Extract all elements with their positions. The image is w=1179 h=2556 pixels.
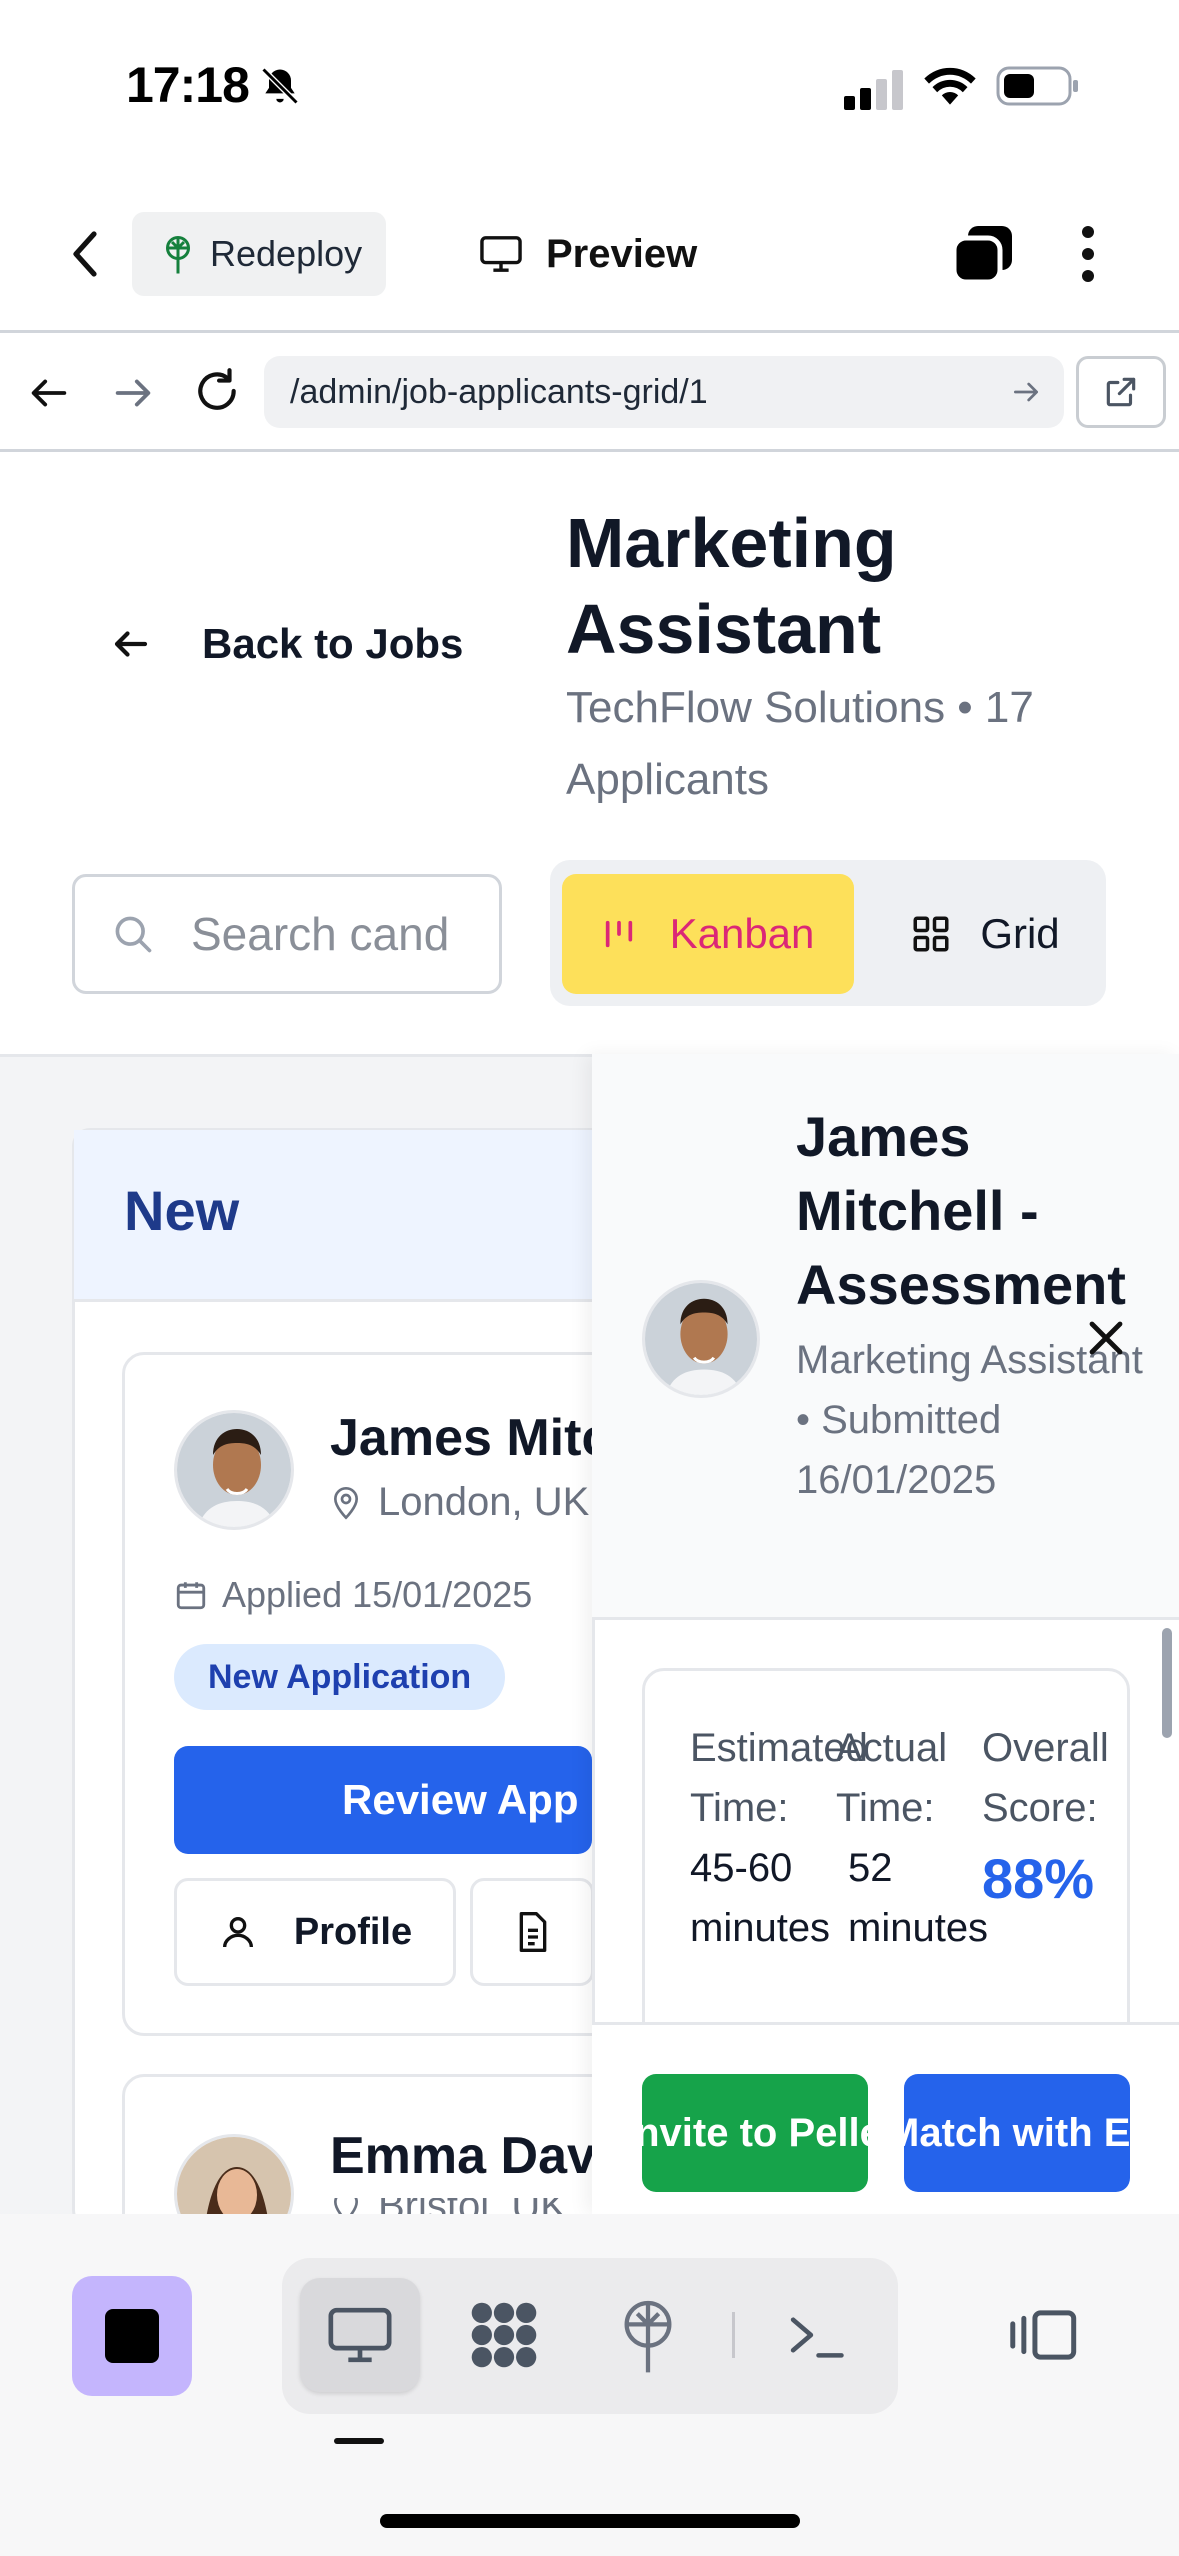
stop-button[interactable] — [72, 2276, 192, 2396]
map-pin-icon — [330, 2198, 362, 2214]
documents-button[interactable] — [470, 1878, 594, 1986]
user-icon — [218, 1912, 258, 1952]
page-title: Marketing Assistant — [566, 504, 897, 668]
avatar — [642, 1280, 760, 1398]
kanban-icon — [602, 917, 636, 951]
panel-scrollbar[interactable] — [1162, 1628, 1172, 1738]
invite-label: Invite to Pellem — [642, 2110, 868, 2155]
tabs-switcher-icon[interactable] — [950, 222, 1016, 286]
browser-back-icon[interactable] — [26, 370, 72, 416]
browser-forward-icon[interactable] — [110, 370, 156, 416]
grid-icon — [910, 913, 952, 955]
battery-icon — [996, 64, 1080, 108]
terminal-icon[interactable] — [776, 2295, 856, 2375]
overall-score-value: 88% — [982, 1847, 1095, 1910]
signal-icon — [844, 70, 906, 110]
candidate-name: James Mitc — [330, 1409, 592, 1467]
overall-score-label: Overall Score: — [982, 1726, 1109, 1830]
applied-date: Applied 15/01/2025 — [174, 1574, 532, 1616]
external-link-icon — [1102, 373, 1140, 411]
deploy-tree-icon — [160, 234, 196, 274]
status-time: 17:18 — [126, 57, 250, 113]
close-icon[interactable] — [1082, 1314, 1130, 1362]
candidate-location: Bristol, UK — [330, 2198, 592, 2214]
back-to-jobs-label: Back to Jobs — [202, 620, 464, 667]
review-application-button[interactable]: Review App — [174, 1746, 592, 1854]
match-label: Match with Emp — [904, 2110, 1130, 2155]
arrow-left-icon — [110, 623, 152, 665]
reload-icon[interactable] — [192, 366, 242, 416]
profile-button[interactable]: Profile — [174, 1878, 456, 1986]
preview-button[interactable]: Preview — [478, 212, 697, 296]
estimated-time-label: Estimated Time: — [690, 1726, 868, 1830]
calendar-icon — [174, 1578, 208, 1612]
candidate-location: London, UK — [330, 1480, 592, 1525]
url-input[interactable]: /admin/job-applicants-grid/1 — [264, 356, 1064, 428]
location-text: London, UK — [378, 1480, 590, 1524]
panel-toggle-icon[interactable] — [1006, 2295, 1086, 2375]
deploy-icon[interactable] — [608, 2295, 688, 2375]
estimated-time-value: 45-60 minutes — [690, 1846, 831, 1950]
redeploy-button[interactable]: Redeploy — [132, 212, 386, 296]
document-icon — [513, 1910, 553, 1954]
workflow-icon[interactable] — [464, 2295, 544, 2375]
map-pin-icon — [330, 1485, 362, 1521]
grid-label: Grid — [980, 910, 1060, 957]
avatar — [174, 1410, 294, 1530]
status-badge: New Application — [174, 1644, 506, 1710]
invite-button[interactable]: Invite to Pellem — [642, 2074, 868, 2192]
url-text: /admin/job-applicants-grid/1 — [290, 372, 708, 411]
monitor-icon — [478, 234, 524, 274]
panel-title: James Mitchell - Assessment — [796, 1105, 1126, 1316]
actual-time-label: Actual Time: — [836, 1726, 948, 1830]
kanban-view-button[interactable]: Kanban — [562, 874, 854, 994]
redeploy-label: Redeploy — [210, 233, 363, 274]
grid-view-button[interactable]: Grid — [880, 874, 1090, 994]
company-applicants-line: TechFlow Solutions • 17 Applicants — [566, 683, 1034, 804]
monitor-icon[interactable] — [320, 2295, 400, 2375]
stop-icon — [105, 2309, 159, 2363]
open-external-button[interactable] — [1076, 356, 1166, 428]
back-chevron-icon[interactable] — [62, 226, 110, 282]
more-vertical-icon[interactable] — [1076, 224, 1100, 284]
search-input[interactable]: Search cand — [72, 874, 502, 994]
search-icon — [111, 912, 155, 956]
bell-muted-icon — [258, 64, 302, 108]
active-tab-indicator — [334, 2438, 384, 2444]
profile-label: Profile — [293, 1910, 413, 1953]
toolbar-divider — [732, 2312, 735, 2358]
column-title: New — [124, 1179, 240, 1242]
candidate-name: Emma Davi — [330, 2127, 592, 2185]
wifi-icon — [922, 64, 978, 108]
match-button[interactable]: Match with Emp — [904, 2074, 1130, 2192]
applied-text: Applied 15/01/2025 — [222, 1574, 533, 1615]
location-text: Bristol, UK — [378, 2198, 567, 2214]
kanban-label: Kanban — [669, 910, 815, 957]
search-placeholder: Search cand — [191, 908, 450, 960]
back-to-jobs-link[interactable]: Back to Jobs — [110, 620, 463, 668]
preview-label: Preview — [546, 231, 698, 276]
home-indicator[interactable] — [380, 2514, 800, 2528]
go-arrow-icon[interactable] — [1010, 376, 1042, 408]
